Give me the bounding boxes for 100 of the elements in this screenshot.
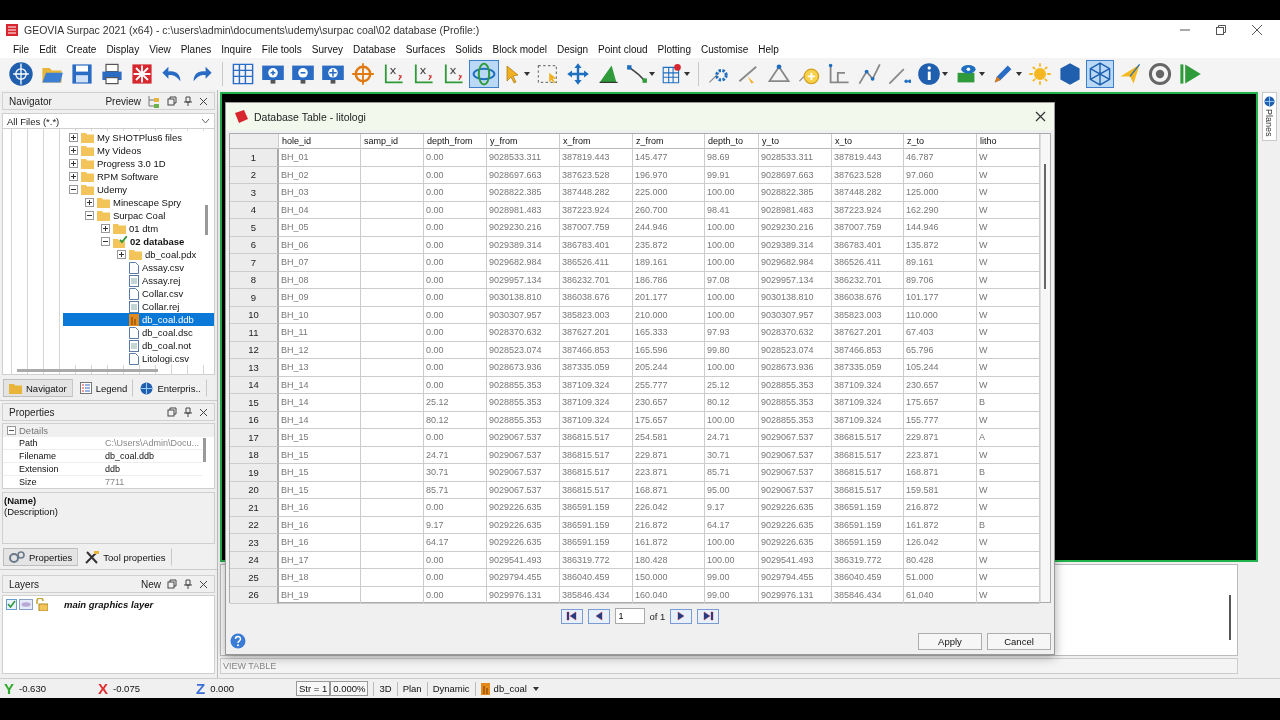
table-cell[interactable]: BH_15: [279, 446, 361, 464]
table-cell[interactable]: 387819.443: [832, 149, 904, 167]
table-cell[interactable]: 230.657: [633, 394, 705, 412]
table-cell[interactable]: 97.08: [705, 271, 759, 289]
table-cell[interactable]: 9028822.385: [759, 184, 832, 202]
table-cell[interactable]: 25.12: [424, 394, 487, 412]
table-cell[interactable]: 386591.159: [832, 516, 904, 534]
table-cell[interactable]: 9028981.483: [759, 201, 832, 219]
table-cell[interactable]: 189.161: [633, 254, 705, 272]
table-cell[interactable]: 100.00: [705, 254, 759, 272]
table-cell[interactable]: 387007.759: [560, 219, 633, 237]
table-cell[interactable]: BH_05: [279, 219, 361, 237]
table-cell[interactable]: 229.871: [904, 429, 977, 447]
table-cell[interactable]: 9029389.314: [759, 236, 832, 254]
row-number[interactable]: 19: [230, 464, 279, 482]
new-layer-link[interactable]: New: [141, 578, 161, 590]
table-cell[interactable]: 0.00: [424, 359, 487, 377]
menu-item[interactable]: Help: [753, 43, 784, 55]
table-cell[interactable]: BH_18: [279, 569, 361, 587]
table-cell[interactable]: 9029226.635: [487, 499, 560, 517]
menu-item[interactable]: Inquire: [216, 43, 257, 55]
table-cell[interactable]: 105.244: [904, 359, 977, 377]
side-tab[interactable]: Planes: [1261, 92, 1277, 141]
column-header[interactable]: x_to: [832, 134, 904, 149]
table-cell[interactable]: 9029067.537: [759, 481, 832, 499]
table-cell[interactable]: 100.00: [705, 411, 759, 429]
table-cell[interactable]: 161.872: [904, 516, 977, 534]
table-cell[interactable]: 9028533.311: [487, 149, 560, 167]
menu-item[interactable]: Survey: [306, 43, 348, 55]
tree-item[interactable]: Udemy: [63, 183, 214, 196]
panel-tab[interactable]: Enterpris..: [134, 379, 207, 397]
table-cell[interactable]: 85.71: [705, 464, 759, 482]
table-cell[interactable]: 386040.459: [560, 569, 633, 587]
table-cell[interactable]: 89.706: [904, 271, 977, 289]
table-cell[interactable]: 9029067.537: [759, 429, 832, 447]
table-cell[interactable]: 387223.924: [560, 201, 633, 219]
table-cell[interactable]: 386815.517: [560, 464, 633, 482]
row-number[interactable]: 21: [230, 499, 279, 517]
table-cell[interactable]: 100.00: [705, 534, 759, 552]
table-cell[interactable]: 205.244: [633, 359, 705, 377]
table-cell[interactable]: 98.69: [705, 149, 759, 167]
table-cell[interactable]: 9029067.537: [487, 481, 560, 499]
table-cell[interactable]: 9028855.353: [487, 376, 560, 394]
table-cell[interactable]: 80.428: [904, 551, 977, 569]
table-cell[interactable]: 186.786: [633, 271, 705, 289]
table-cell[interactable]: 387109.324: [560, 376, 633, 394]
table-cell[interactable]: 229.871: [633, 446, 705, 464]
table-cell[interactable]: 386815.517: [832, 446, 904, 464]
table-cell[interactable]: 126.042: [904, 534, 977, 552]
tree-item[interactable]: RPM Software: [63, 170, 214, 183]
menu-item[interactable]: Block model: [487, 43, 552, 55]
table-cell[interactable]: 9029957.134: [759, 271, 832, 289]
table-cell[interactable]: 97.93: [705, 324, 759, 342]
table-cell[interactable]: 160.040: [633, 586, 705, 604]
table-cell[interactable]: BH_09: [279, 289, 361, 307]
table-cell[interactable]: 85.71: [424, 481, 487, 499]
table-cell[interactable]: BH_16: [279, 534, 361, 552]
table-cell[interactable]: 125.000: [904, 184, 977, 202]
table-cell[interactable]: 9029541.493: [487, 551, 560, 569]
table-cell[interactable]: 387109.324: [560, 394, 633, 412]
table-cell[interactable]: BH_13: [279, 359, 361, 377]
table-cell[interactable]: 385823.003: [832, 306, 904, 324]
table-cell[interactable]: 9029067.537: [487, 429, 560, 447]
table-cell[interactable]: 386815.517: [832, 481, 904, 499]
tree-item[interactable]: db_coal.pdx: [63, 248, 214, 261]
row-number[interactable]: 5: [230, 219, 279, 237]
table-cell[interactable]: 387466.853: [832, 341, 904, 359]
file-filter-dropdown[interactable]: All Files (*.*): [2, 113, 215, 129]
layer-name[interactable]: main graphics layer: [64, 598, 154, 610]
table-cell[interactable]: 0.00: [424, 254, 487, 272]
table-cell[interactable]: 9029067.537: [487, 464, 560, 482]
table-cell[interactable]: BH_15: [279, 429, 361, 447]
menu-item[interactable]: Planes: [175, 43, 217, 55]
table-cell[interactable]: 100.00: [705, 184, 759, 202]
menu-item[interactable]: Create: [61, 43, 102, 55]
table-cell[interactable]: 386038.676: [560, 289, 633, 307]
table-cell[interactable]: 135.872: [904, 236, 977, 254]
table-cell[interactable]: 254.581: [633, 429, 705, 447]
table-cell[interactable]: 46.787: [904, 149, 977, 167]
table-cell[interactable]: 168.871: [904, 464, 977, 482]
tree-item[interactable]: 01 dtm: [63, 222, 214, 235]
panel-tab[interactable]: Legend: [73, 379, 134, 397]
row-number[interactable]: 25: [230, 569, 279, 587]
row-number[interactable]: 11: [230, 324, 279, 342]
column-header[interactable]: litho: [977, 134, 1040, 149]
menu-item[interactable]: Surfaces: [400, 43, 451, 55]
table-cell[interactable]: 210.000: [633, 306, 705, 324]
table-cell[interactable]: 98.41: [705, 201, 759, 219]
tree-item[interactable]: My SHOTPlus6 files: [63, 131, 214, 144]
table-cell[interactable]: 0.00: [424, 166, 487, 184]
row-number[interactable]: 9: [230, 289, 279, 307]
table-cell[interactable]: 175.657: [904, 394, 977, 412]
column-header[interactable]: z_from: [633, 134, 705, 149]
table-cell[interactable]: 196.970: [633, 166, 705, 184]
panel-tab[interactable]: Navigator: [3, 379, 73, 397]
table-cell[interactable]: 0.00: [424, 551, 487, 569]
table-cell[interactable]: 24.71: [424, 446, 487, 464]
table-cell[interactable]: 30.71: [705, 446, 759, 464]
table-cell[interactable]: 0.00: [424, 429, 487, 447]
table-cell[interactable]: BH_15: [279, 464, 361, 482]
